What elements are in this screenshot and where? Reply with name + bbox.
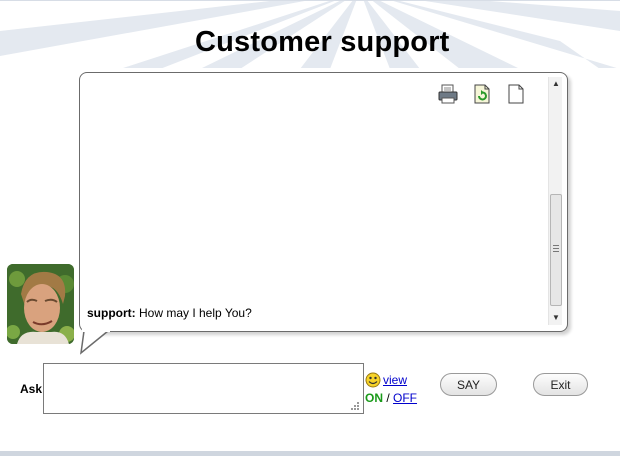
ask-label: Ask: [20, 382, 43, 396]
smiley-off-link[interactable]: OFF: [393, 391, 417, 405]
avatar: [7, 264, 74, 344]
chat-toolbar: [437, 83, 527, 105]
say-button[interactable]: SAY: [440, 373, 497, 396]
chat-window: support: How may I help You? ▲ ▼: [79, 72, 568, 332]
smiley-view: view: [365, 372, 407, 388]
chat-message: support: How may I help You?: [87, 306, 252, 320]
scroll-up-arrow-icon[interactable]: ▲: [549, 77, 563, 91]
smiley-on[interactable]: ON: [365, 391, 383, 405]
chat-scrollbar[interactable]: ▲ ▼: [548, 77, 562, 325]
smiley-toggle: ON / OFF: [365, 391, 417, 405]
ask-input[interactable]: [43, 363, 364, 414]
new-page-icon[interactable]: [505, 83, 527, 105]
page-title: Customer support: [195, 26, 450, 58]
scroll-thumb[interactable]: [550, 194, 562, 306]
scroll-down-arrow-icon[interactable]: ▼: [549, 311, 563, 325]
smiley-separator: /: [383, 391, 394, 405]
smiley-icon[interactable]: [365, 372, 381, 388]
view-smileys-link[interactable]: view: [383, 373, 407, 387]
bottom-border: [0, 451, 620, 456]
bubble-tail: [80, 328, 110, 355]
scroll-grip-icon: [553, 245, 559, 252]
resize-grip-icon[interactable]: [349, 400, 361, 412]
exit-button[interactable]: Exit: [533, 373, 588, 396]
refresh-icon[interactable]: [471, 83, 493, 105]
message-sender: support:: [87, 306, 136, 320]
message-text: How may I help You?: [139, 306, 252, 320]
print-icon[interactable]: [437, 83, 459, 105]
